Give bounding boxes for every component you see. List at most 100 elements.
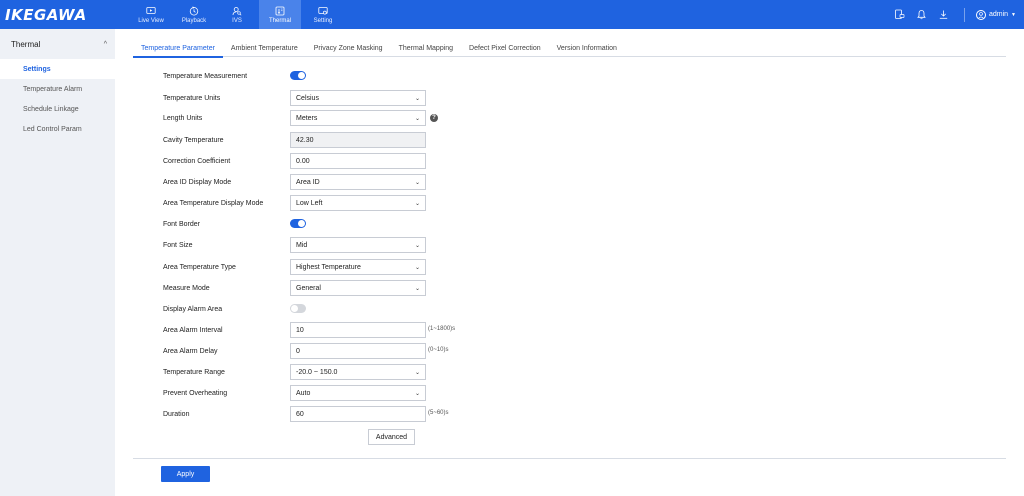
- field-label: Area ID Display Mode: [163, 178, 232, 186]
- document-camera-icon[interactable]: [894, 9, 905, 20]
- sidebar-section-thermal[interactable]: Thermal ^: [0, 29, 115, 59]
- tab-bar: Temperature Parameter Ambient Temperatur…: [133, 39, 1006, 58]
- help-icon[interactable]: ?: [430, 114, 438, 122]
- sidebar-item-schedule-linkage[interactable]: Schedule Linkage: [0, 99, 115, 119]
- area-alarm-interval-input[interactable]: 10: [290, 322, 426, 338]
- download-icon[interactable]: [938, 9, 949, 20]
- nav-thermal[interactable]: Thermal: [259, 0, 301, 29]
- duration-input[interactable]: 60: [290, 406, 426, 422]
- chevron-down-icon: ⌄: [414, 390, 420, 397]
- area-temp-display-mode-select[interactable]: Low Left ⌄: [290, 195, 426, 211]
- tab-temperature-parameter[interactable]: Temperature Parameter: [133, 39, 223, 58]
- row-area-alarm-interval: Area Alarm Interval 10 (1~1800)s: [163, 322, 463, 338]
- select-value: Celsius: [296, 94, 319, 102]
- range-hint: (0~10)s: [428, 347, 449, 353]
- correction-coefficient-input[interactable]: 0.00: [290, 153, 426, 169]
- nav-setting[interactable]: Setting: [302, 0, 344, 29]
- row-cavity-temperature: Cavity Temperature 42.30: [163, 132, 463, 148]
- chevron-down-icon: ⌄: [414, 179, 420, 186]
- sidebar-item-temperature-alarm[interactable]: Temperature Alarm: [0, 79, 115, 99]
- measure-mode-select[interactable]: General ⌄: [290, 280, 426, 296]
- chevron-down-icon: ⌄: [414, 285, 420, 292]
- chevron-down-icon: ⌄: [414, 242, 420, 249]
- nav-label: Live View: [138, 17, 164, 24]
- advanced-button[interactable]: Advanced: [368, 429, 415, 445]
- font-border-toggle[interactable]: [290, 219, 306, 228]
- divider: [963, 7, 965, 22]
- nav-label: Playback: [181, 17, 207, 24]
- tab-privacy-zone-masking[interactable]: Privacy Zone Masking: [306, 39, 391, 57]
- user-menu[interactable]: admin ▼: [975, 9, 1016, 20]
- field-label: Area Alarm Interval: [163, 326, 223, 334]
- field-label: Font Size: [163, 241, 193, 249]
- row-area-temp-display-mode: Area Temperature Display Mode Low Left ⌄: [163, 195, 463, 211]
- sidebar-item-led-control-param[interactable]: Led Control Param: [0, 119, 115, 139]
- main-nav: Live View Playback IVS Thermal Setting: [130, 0, 344, 29]
- row-area-alarm-delay: Area Alarm Delay 0 (0~10)s: [163, 343, 463, 359]
- field-label: Area Alarm Delay: [163, 347, 218, 355]
- top-navigation-bar: IKEGAWA Live View Playback IVS Thermal S…: [0, 0, 1024, 29]
- field-label: Measure Mode: [163, 284, 210, 292]
- nav-label: IVS: [232, 17, 242, 24]
- range-hint: (1~1800)s: [428, 326, 456, 332]
- select-value: Mid: [296, 241, 308, 249]
- sidebar: Thermal ^ Settings Temperature Alarm Sch…: [0, 29, 115, 496]
- sidebar-item-settings[interactable]: Settings: [0, 59, 115, 79]
- row-duration: Duration 60 (5~60)s: [163, 406, 463, 422]
- area-alarm-delay-input[interactable]: 0: [290, 343, 426, 359]
- font-size-select[interactable]: Mid ⌄: [290, 237, 426, 253]
- settings-monitor-icon: [318, 6, 328, 14]
- sidebar-section-label: Thermal: [11, 39, 41, 49]
- field-label: Duration: [163, 410, 190, 418]
- select-value: Low Left: [296, 199, 323, 207]
- nav-playback[interactable]: Playback: [173, 0, 215, 29]
- field-label: Area Temperature Display Mode: [163, 199, 264, 207]
- row-temperature-measurement: Temperature Measurement: [163, 68, 463, 84]
- field-label: Cavity Temperature: [163, 136, 224, 144]
- tab-defect-pixel-correction[interactable]: Defect Pixel Correction: [461, 39, 549, 57]
- field-label: Prevent Overheating: [163, 389, 228, 397]
- temperature-measurement-toggle[interactable]: [290, 71, 306, 80]
- chevron-down-icon: ⌄: [414, 95, 420, 102]
- select-value: Auto: [296, 389, 311, 397]
- user-name: admin: [988, 11, 1009, 18]
- field-label: Temperature Range: [163, 368, 225, 376]
- row-correction-coefficient: Correction Coefficient 0.00: [163, 153, 463, 169]
- row-area-temperature-type: Area Temperature Type Highest Temperatur…: [163, 259, 463, 275]
- apply-button[interactable]: Apply: [161, 466, 210, 482]
- tab-version-information[interactable]: Version Information: [549, 39, 625, 57]
- nav-ivs[interactable]: IVS: [216, 0, 258, 29]
- person-search-icon: [232, 6, 242, 15]
- temperature-units-select[interactable]: Celsius ⌄: [290, 90, 426, 106]
- chevron-up-icon: ^: [103, 40, 107, 48]
- chevron-down-icon: ⌄: [414, 264, 420, 271]
- row-temperature-units: Temperature Units Celsius ⌄: [163, 90, 463, 106]
- caret-down-icon: ▼: [1011, 11, 1016, 18]
- row-temperature-range: Temperature Range -20.0 ~ 150.0 ⌄: [163, 364, 463, 380]
- chevron-down-icon: ⌄: [414, 200, 420, 207]
- temperature-range-select[interactable]: -20.0 ~ 150.0 ⌄: [290, 364, 426, 380]
- display-alarm-area-toggle[interactable]: [290, 304, 306, 313]
- row-length-units: Length Units Meters ⌄ ?: [163, 110, 463, 126]
- row-area-id-display-mode: Area ID Display Mode Area ID ⌄: [163, 174, 463, 190]
- field-label: Correction Coefficient: [163, 157, 231, 165]
- footer-divider: [133, 458, 1006, 459]
- nav-label: Setting: [313, 17, 333, 24]
- avatar-icon: [975, 9, 986, 20]
- prevent-overheating-select[interactable]: Auto ⌄: [290, 385, 426, 401]
- area-id-display-mode-select[interactable]: Area ID ⌄: [290, 174, 426, 190]
- tab-ambient-temperature[interactable]: Ambient Temperature: [223, 39, 306, 57]
- bell-icon[interactable]: [916, 9, 927, 20]
- area-temperature-type-select[interactable]: Highest Temperature ⌄: [290, 259, 426, 275]
- monitor-play-icon: [146, 6, 156, 14]
- field-label: Display Alarm Area: [163, 305, 223, 313]
- length-units-select[interactable]: Meters ⌄: [290, 110, 426, 126]
- tab-thermal-mapping[interactable]: Thermal Mapping: [391, 39, 461, 57]
- chevron-down-icon: ⌄: [414, 369, 420, 376]
- field-label: Length Units: [163, 114, 203, 122]
- row-font-border: Font Border: [163, 216, 463, 232]
- nav-live-view[interactable]: Live View: [130, 0, 172, 29]
- row-display-alarm-area: Display Alarm Area: [163, 301, 463, 317]
- brand-logo: IKEGAWA: [5, 5, 87, 24]
- row-font-size: Font Size Mid ⌄: [163, 237, 463, 253]
